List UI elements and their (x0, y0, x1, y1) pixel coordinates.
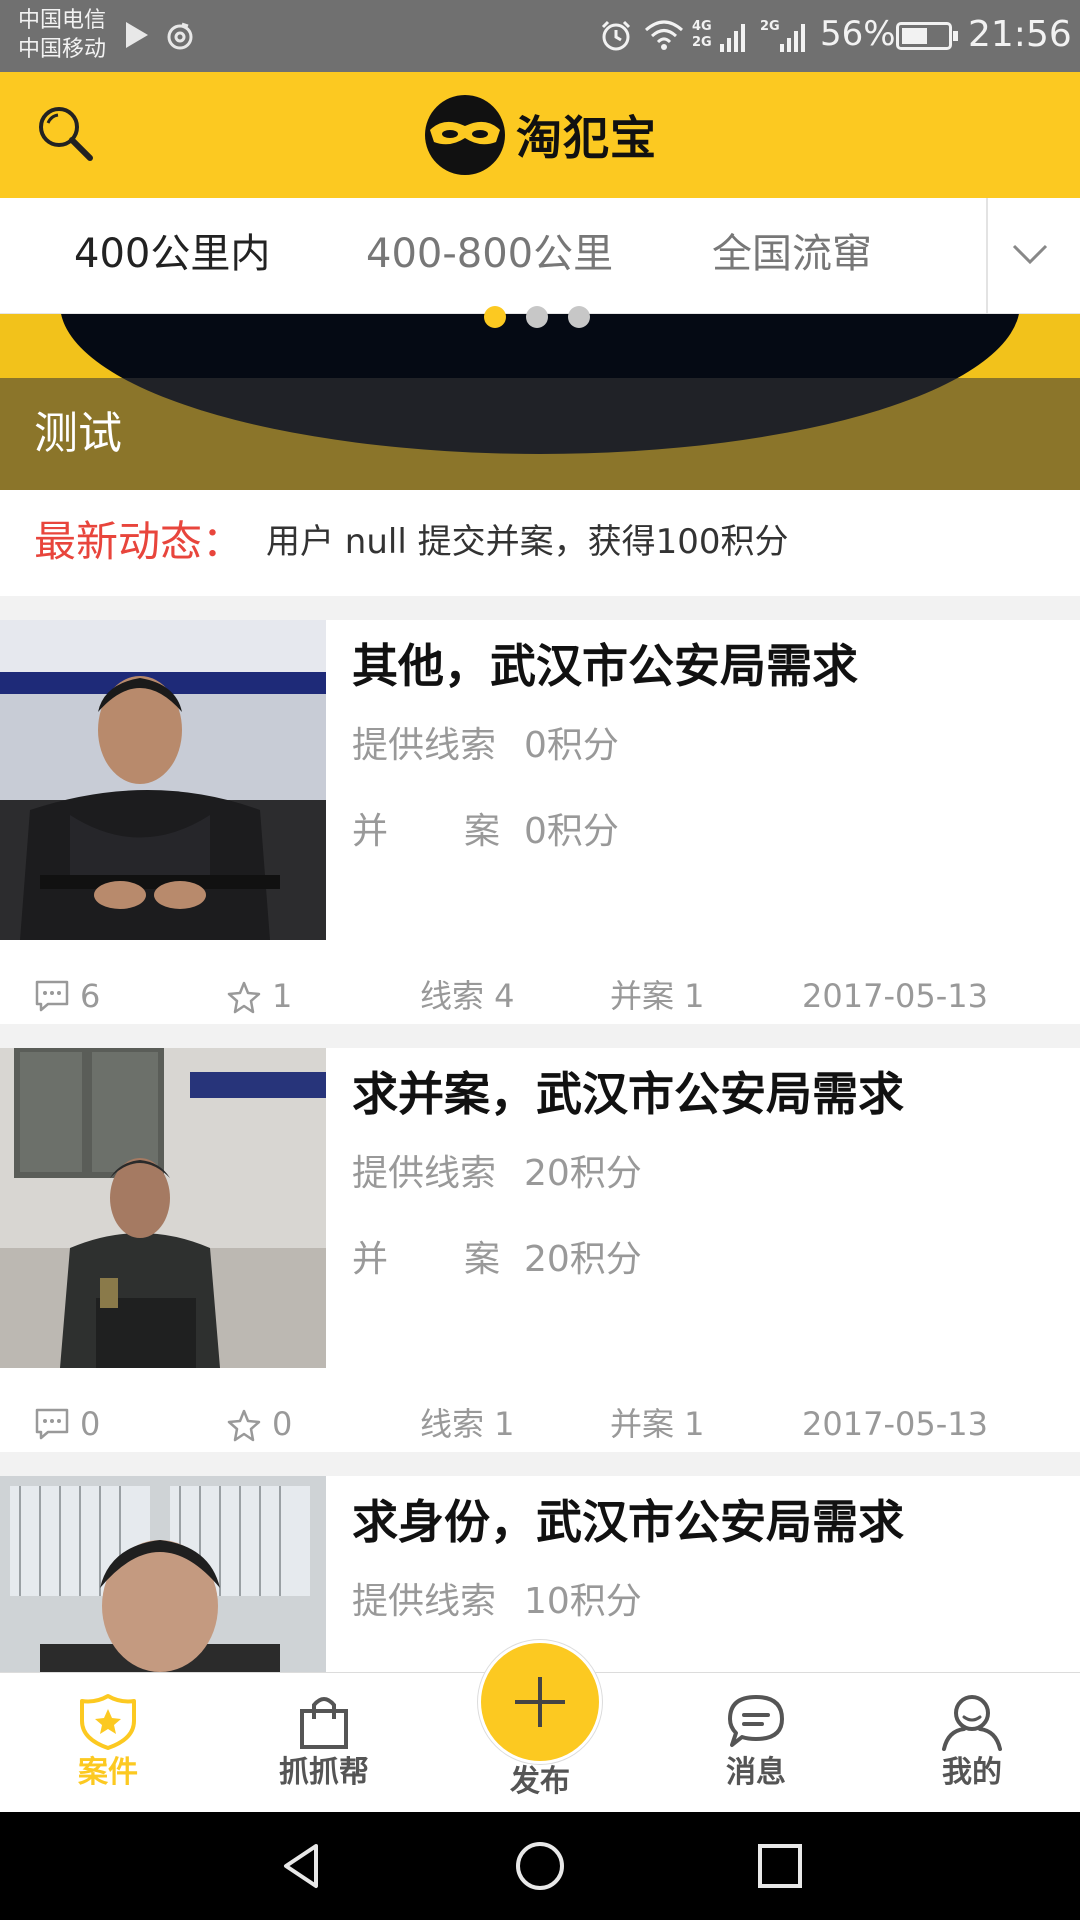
tab-400-800km[interactable]: 400-800公里 (366, 228, 613, 280)
suspect-photo[interactable] (0, 620, 326, 940)
case-title: 其他，武汉市公安局需求 (352, 639, 858, 693)
merge-reward-label: 并案 (352, 808, 524, 856)
app-title: 淘犯宝 (516, 111, 657, 165)
section-gap (0, 1024, 1080, 1048)
publish-button[interactable] (478, 1640, 602, 1764)
plus-icon (515, 1677, 565, 1727)
comment-icon[interactable] (34, 1406, 70, 1442)
clue-reward-label: 提供线索 (352, 725, 497, 766)
merge-count: 并案 1 (610, 977, 705, 1015)
merge-reward-value: 20积分 (524, 1239, 642, 1280)
star-icon[interactable] (226, 980, 262, 1016)
carousel-dot (568, 306, 590, 328)
case-title: 求并案，武汉市公安局需求 (352, 1067, 904, 1121)
star-icon[interactable] (226, 1408, 262, 1444)
merge-label-char-1: 并 (352, 811, 389, 852)
banner-caption-bar (0, 378, 1080, 490)
clue-reward-label: 提供线索 (352, 1153, 497, 1194)
comment-count: 0 (80, 1405, 101, 1443)
merge-label-char-1: 并 (352, 1239, 389, 1280)
chat-bubble-icon (728, 1695, 784, 1747)
nav-label: 我的 (942, 1755, 1002, 1790)
merge-reward-value: 0积分 (524, 811, 619, 852)
case-card[interactable]: 求并案，武汉市公安局需求 提供线索 20积分 并案 20积分 0 0 线索 1 并案… (0, 1048, 1080, 1452)
carrier-names: 中国电信 中国移动 (18, 6, 106, 64)
case-date: 2017-05-13 (802, 1405, 988, 1443)
section-gap (0, 1452, 1080, 1476)
nav-item-messages[interactable]: 消息 (686, 1693, 826, 1793)
tab-nationwide[interactable]: 全国流窜 (712, 228, 872, 280)
case-date: 2017-05-13 (802, 977, 988, 1015)
clock: 21:56 (968, 14, 1072, 55)
app-header: 淘犯宝 (0, 72, 1080, 198)
merge-label-char-2: 案 (464, 1239, 501, 1280)
clue-reward-label: 提供线索 (352, 1581, 497, 1622)
thief-mask-logo-icon (425, 95, 505, 175)
shopping-bag-icon (300, 1697, 348, 1749)
system-navigation-bar (0, 1812, 1080, 1920)
merge-label-char-2: 案 (464, 811, 501, 852)
nav-label: 抓抓帮 (279, 1755, 369, 1790)
star-badge-icon (80, 1694, 136, 1750)
nav-item-cases[interactable]: 案件 (38, 1693, 178, 1793)
merge-reward-row: 并案 0积分 (352, 808, 619, 856)
comment-icon[interactable] (34, 978, 70, 1014)
news-text: 用户 null 提交并案，获得100积分 (266, 522, 789, 562)
chevron-down-icon[interactable] (1008, 236, 1052, 270)
tab-within-400km[interactable]: 400公里内 (74, 228, 270, 280)
status-bar: 中国电信 中国移动 4G 2G 2G 56% 21:56 (0, 0, 1080, 72)
search-icon[interactable] (34, 102, 96, 164)
clue-count: 线索 1 (420, 1405, 515, 1443)
case-card[interactable]: 其他，武汉市公安局需求 提供线索 0积分 并案 0积分 6 1 线索 4 并案 1 … (0, 620, 1080, 1024)
user-icon (942, 1695, 1002, 1751)
home-icon[interactable] (514, 1840, 566, 1892)
banner-caption: 测试 (34, 408, 122, 459)
clue-count: 线索 4 (420, 977, 515, 1015)
battery-fill (902, 28, 927, 44)
clue-reward-value: 10积分 (524, 1581, 642, 1622)
carousel-dot-active (484, 306, 506, 328)
battery-percent: 56% (820, 14, 896, 54)
battery-icon (896, 22, 958, 50)
svg-text:2G: 2G (760, 19, 780, 34)
cell-signal-icon-2: 2G (760, 19, 805, 52)
clue-reward-value: 20积分 (524, 1153, 642, 1194)
favorite-count: 1 (272, 977, 293, 1015)
carousel-dot (526, 306, 548, 328)
nav-label: 案件 (78, 1755, 138, 1790)
nav-label-publish[interactable]: 发布 (470, 1762, 610, 1802)
wifi-icon (645, 20, 683, 50)
nav-label: 消息 (726, 1755, 786, 1790)
netease-music-icon (167, 22, 193, 50)
cell-signal-icon: 4G 2G (692, 19, 745, 52)
recents-icon[interactable] (754, 1840, 806, 1892)
suspect-photo[interactable] (0, 1048, 326, 1368)
clue-reward-value: 0积分 (524, 725, 619, 766)
merge-reward-label: 并案 (352, 1236, 524, 1284)
nav-item-profile[interactable]: 我的 (902, 1693, 1042, 1793)
tab-divider (986, 198, 988, 314)
suspect-photo[interactable] (0, 1476, 326, 1672)
comment-count: 6 (80, 977, 101, 1015)
news-label: 最新动态： (34, 517, 245, 566)
alarm-icon (601, 20, 631, 51)
clue-reward-row: 提供线索 20积分 (352, 1150, 642, 1198)
nav-item-helpers[interactable]: 抓抓帮 (254, 1693, 394, 1793)
merge-reward-row: 并案 20积分 (352, 1236, 642, 1284)
clue-reward-row: 提供线索 10积分 (352, 1578, 642, 1626)
svg-text:2G: 2G (692, 35, 712, 50)
carrier-1: 中国电信 (18, 8, 107, 33)
section-gap (0, 596, 1080, 620)
clue-reward-row: 提供线索 0积分 (352, 722, 619, 770)
latest-news-bar[interactable]: 最新动态： 用户 null 提交并案，获得100积分 (0, 490, 1080, 596)
distance-tabs: 400公里内 400-800公里 全国流窜 (0, 198, 1080, 314)
merge-count: 并案 1 (610, 1405, 705, 1443)
banner-carousel[interactable]: 测试 (0, 314, 1080, 490)
case-title: 求身份，武汉市公安局需求 (352, 1495, 904, 1549)
svg-text:4G: 4G (692, 19, 712, 34)
carrier-2: 中国移动 (18, 37, 107, 62)
play-icon (126, 22, 148, 48)
favorite-count: 0 (272, 1405, 293, 1443)
back-icon[interactable] (276, 1840, 328, 1892)
